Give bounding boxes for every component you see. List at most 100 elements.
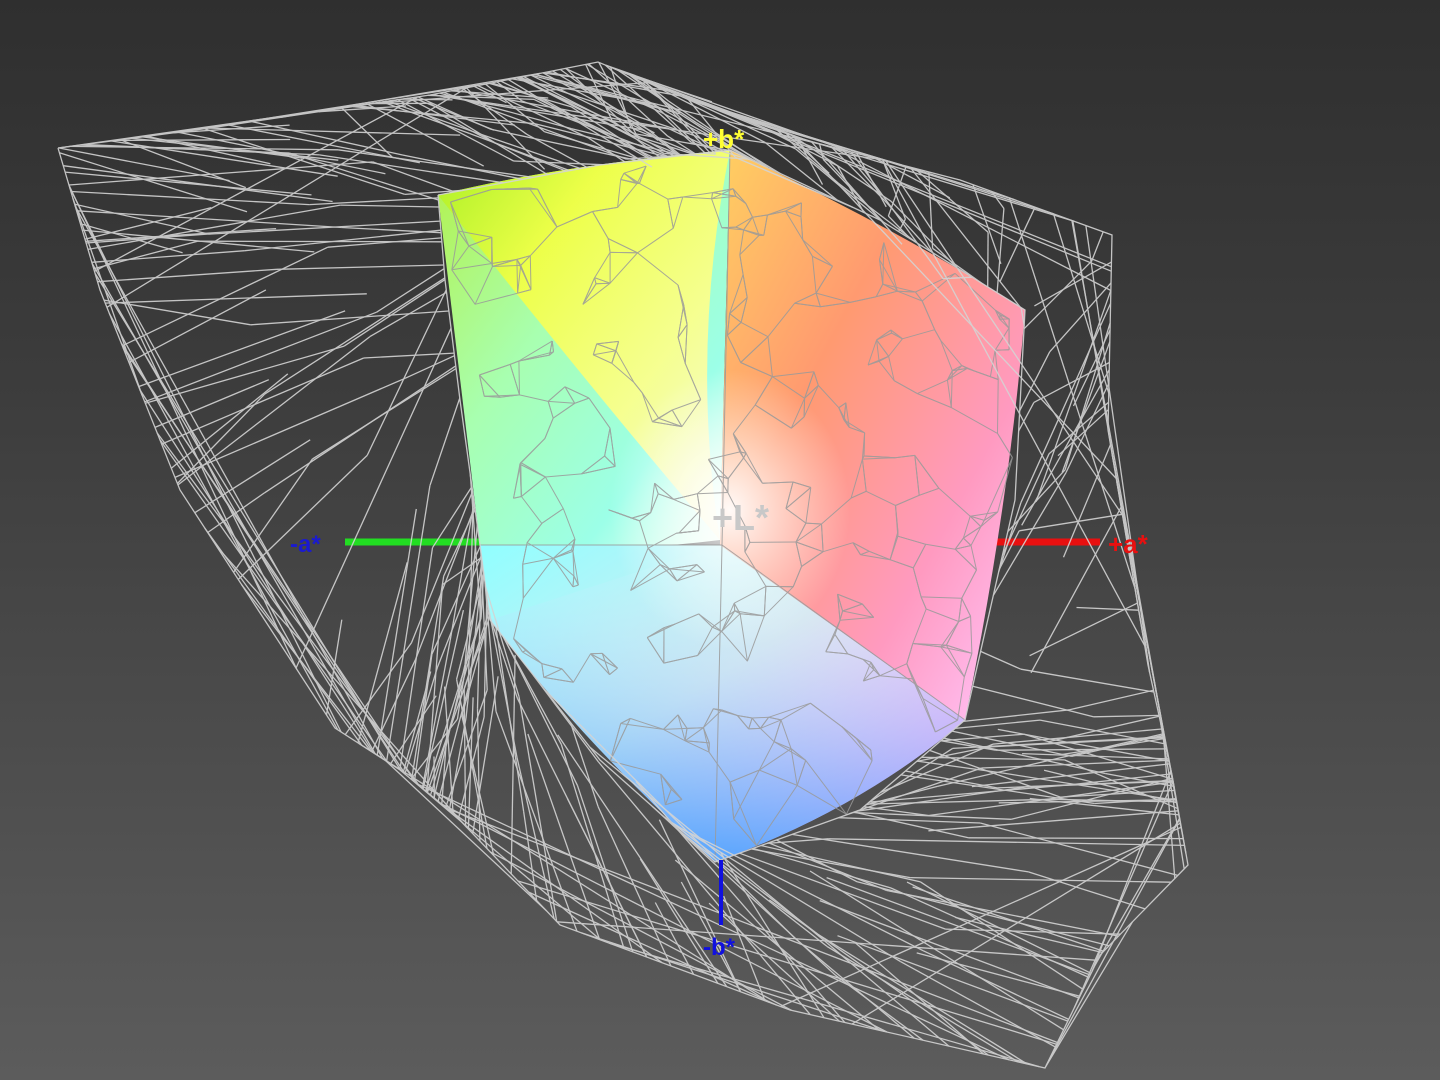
wire-edge [159, 439, 388, 763]
wire-edge [145, 345, 345, 404]
wire-edge [995, 748, 1167, 751]
wire-edge [1076, 606, 1139, 611]
wire-edge [980, 650, 1022, 670]
wire-edge [1090, 231, 1104, 262]
wire-edge [852, 811, 1012, 820]
wire-edge [828, 838, 1185, 847]
plus-l-label: +L* [712, 497, 769, 538]
minus-a-label: -a* [290, 531, 321, 558]
minus-b-label: -b* [703, 934, 736, 961]
wire-edge [940, 740, 997, 751]
wire-edge [609, 942, 1040, 1068]
wire-edge [1020, 668, 1155, 693]
mesh-edge [522, 564, 524, 599]
mesh-edge [748, 727, 761, 730]
mesh-edge [686, 727, 704, 729]
wire-edge [999, 206, 1036, 282]
wire-edge [940, 733, 1025, 742]
wire-edge [1071, 220, 1169, 755]
wire-edge [837, 935, 1069, 1022]
wire-edge [1028, 871, 1146, 910]
wire-edge [156, 432, 420, 787]
wire-edge [295, 450, 396, 669]
wire-edge [751, 848, 911, 879]
wire-edge [312, 367, 457, 460]
mesh-edge [995, 349, 1010, 351]
wire-edge [1093, 714, 1160, 718]
wire-edge [264, 277, 446, 395]
wire-edge [74, 203, 210, 235]
wire-edge [522, 811, 538, 901]
mesh-edge [733, 603, 736, 611]
wire-edge [998, 530, 1020, 570]
wire-edge [469, 132, 570, 172]
mesh-edge [803, 398, 806, 417]
wire-edge [209, 127, 461, 136]
wire-edge [357, 562, 408, 743]
wire-edge [1045, 818, 1181, 1066]
wire-edge [472, 676, 499, 834]
mesh-edge [518, 360, 520, 395]
wire-edge [106, 87, 467, 308]
wire-edge [906, 881, 1092, 974]
mesh-edge [491, 237, 493, 267]
wire-edge [838, 817, 981, 824]
wire-edge [216, 546, 468, 828]
wire-edge [115, 97, 409, 142]
wire-edge [910, 876, 1172, 883]
wire-edge [204, 527, 363, 746]
wire-edge [327, 237, 442, 248]
wire-edge [240, 584, 372, 752]
wire-edge [68, 185, 298, 670]
wire-edge [59, 152, 248, 213]
wire-edge [928, 810, 1179, 832]
wire-edge [280, 72, 540, 119]
wire-edge [968, 837, 1184, 840]
wire-edge [97, 268, 278, 283]
wire-edge [363, 352, 455, 359]
wire-edge [288, 152, 439, 201]
wire-edge [963, 709, 1070, 723]
wire-edge [340, 204, 440, 208]
wire-edge [1072, 329, 1111, 407]
wire-edge [341, 226, 442, 234]
wire-edge [817, 933, 1028, 1065]
wire-edge [683, 833, 828, 947]
wire-edge [900, 774, 1095, 805]
wire-edge [105, 293, 367, 304]
wire-edge [1069, 689, 1154, 711]
mesh-edge [529, 255, 532, 290]
wire-edge [1044, 921, 1133, 1068]
wire-edge [887, 165, 907, 217]
wire-edge [929, 749, 1061, 798]
mesh-edge [997, 379, 999, 434]
wire-edge [429, 397, 461, 486]
wire-edge [998, 502, 1022, 572]
mesh-edge [516, 259, 519, 294]
wire-edge [517, 880, 1057, 1045]
wire-edge [1094, 817, 1181, 966]
wire-edge [671, 823, 924, 952]
wire-edge [276, 264, 444, 270]
wire-edge [780, 826, 1182, 1008]
wire-edge [174, 377, 406, 478]
wire-edge [128, 289, 267, 363]
wire-edge [980, 822, 1178, 877]
wire-edge [376, 508, 417, 756]
wire-edge [122, 347, 417, 784]
wire-edge [1052, 213, 1110, 394]
wire-edge [752, 847, 892, 889]
gamut-3d-view: +b* -b* +a* -a* +L* [57, 61, 1189, 1069]
wire-edge [376, 268, 445, 313]
wire-edge [853, 811, 969, 839]
wire-edge [338, 149, 534, 179]
wire-edge [204, 128, 406, 196]
wire-edge [1029, 602, 1138, 657]
wire-edge [922, 950, 1069, 1020]
wire-edge [394, 328, 452, 451]
mesh-edge [595, 282, 611, 285]
plus-b-label: +b* [703, 124, 745, 154]
wire-edge [144, 311, 377, 403]
wire-edge [1019, 513, 1123, 532]
wire-edge [1034, 261, 1112, 307]
